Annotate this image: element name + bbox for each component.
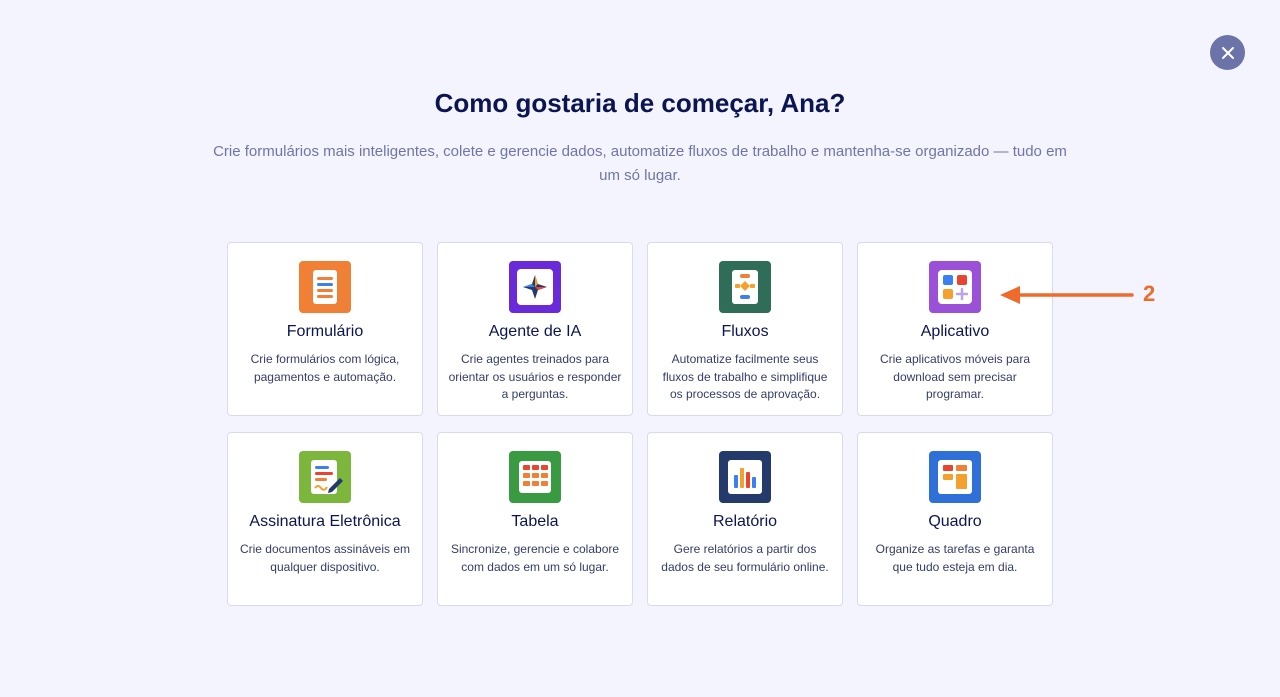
ai-agent-card-title: Agente de IA [488, 323, 582, 340]
close-button[interactable] [1210, 35, 1245, 70]
create-dialog: Como gostaria de começar, Ana? Crie form… [0, 0, 1280, 697]
page-subtitle: Crie formulários mais inteligentes, cole… [213, 143, 1067, 184]
option-grid: Formulário Crie formulários com lógica, … [227, 242, 1053, 606]
ai-agent-icon [509, 261, 561, 313]
report-card-title: Relatório [712, 513, 778, 530]
workflow-icon [719, 261, 771, 313]
board-card-title: Quadro [928, 513, 982, 530]
form-icon [299, 261, 351, 313]
e-signature-icon [299, 451, 351, 503]
app-card[interactable]: Aplicativo Crie aplicativos móveis para … [857, 242, 1053, 416]
board-icon [929, 451, 981, 503]
table-card[interactable]: Tabela Sincronize, gerencie e colabore c… [437, 432, 633, 606]
app-card-description: Crie aplicativos móveis para download se… [879, 352, 1031, 401]
form-card-description: Crie formulários com lógica, pagamentos … [250, 352, 400, 384]
page-title: Como gostaria de começar, Ana? [434, 88, 846, 118]
form-card-title: Formulário [286, 323, 364, 340]
workflow-card[interactable]: Fluxos Automatize facilmente seus fluxos… [647, 242, 843, 416]
workflow-card-title: Fluxos [721, 323, 769, 340]
e-signature-card-title: Assinatura Eletrônica [249, 513, 401, 530]
table-icon [509, 451, 561, 503]
form-card[interactable]: Formulário Crie formulários com lógica, … [227, 242, 423, 416]
e-signature-card[interactable]: Assinatura Eletrônica Crie documentos as… [227, 432, 423, 606]
report-icon [719, 451, 771, 503]
workflow-card-description: Automatize facilmente seus fluxos de tra… [662, 352, 828, 401]
ai-agent-card-description: Crie agentes treinados para orientar os … [448, 352, 622, 401]
app-icon [929, 261, 981, 313]
annotation-label: 2 [1143, 281, 1156, 306]
table-card-description: Sincronize, gerencie e colabore com dado… [450, 542, 620, 574]
close-icon [1221, 46, 1234, 59]
e-signature-card-description: Crie documentos assináveis em qualquer d… [239, 542, 411, 574]
ai-agent-card[interactable]: Agente de IA Crie agentes treinados para… [437, 242, 633, 416]
board-card-description: Organize as tarefas e garanta que tudo e… [875, 542, 1035, 574]
table-card-title: Tabela [511, 513, 559, 530]
app-card-title: Aplicativo [920, 323, 990, 340]
report-card[interactable]: Relatório Gere relatórios a partir dos d… [647, 432, 843, 606]
board-card[interactable]: Quadro Organize as tarefas e garanta que… [857, 432, 1053, 606]
report-card-description: Gere relatórios a partir dos dados de se… [661, 542, 829, 574]
